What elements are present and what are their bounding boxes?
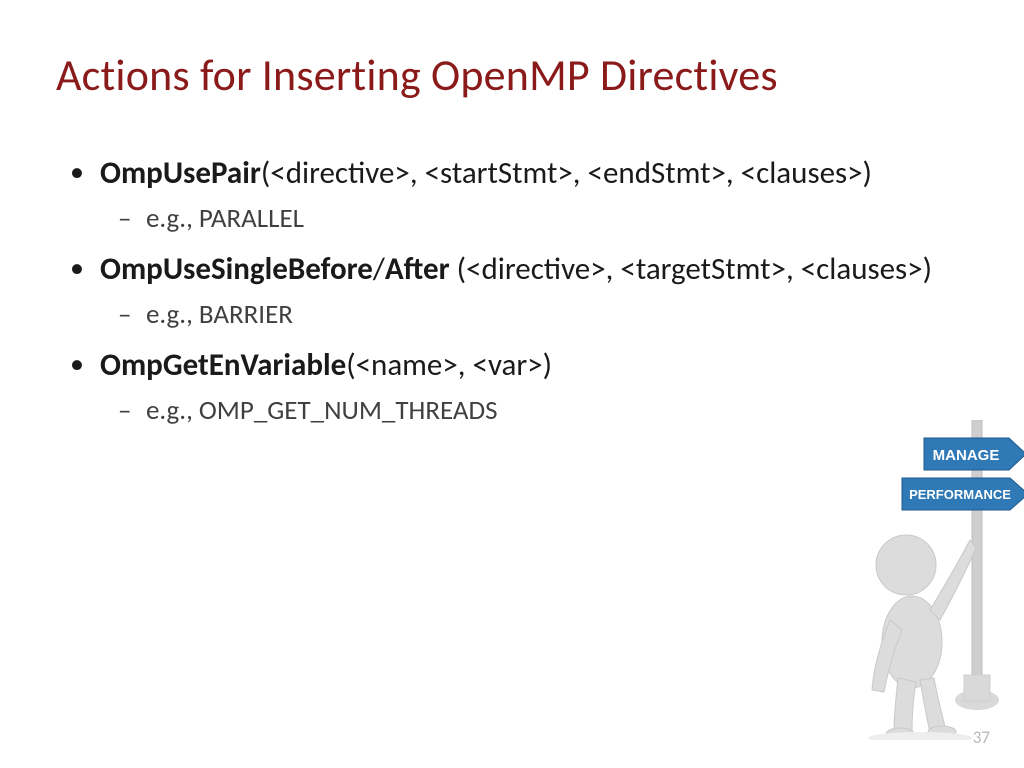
slide: Actions for Inserting OpenMP Directives …: [0, 0, 1024, 768]
bullet-text: (<directive>, <startStmt>, <endStmt>, <c…: [261, 154, 872, 192]
bullet-list: OmpUsePair(<directive>, <startStmt>, <en…: [56, 154, 968, 429]
slide-title: Actions for Inserting OpenMP Directives: [56, 48, 968, 102]
bullet-item: OmpUsePair(<directive>, <startStmt>, <en…: [100, 154, 968, 236]
page-number: 37: [973, 727, 990, 748]
sign-performance-text: PERFORMANCE: [909, 487, 1011, 502]
sub-item: e.g., BARRIER: [146, 298, 968, 333]
bullet-sep: /: [373, 250, 385, 288]
sub-item: e.g., PARALLEL: [146, 202, 968, 237]
bullet-text: (<directive>, <targetStmt>, <clauses>): [450, 250, 932, 288]
bullet-item: OmpGetEnVariable(<name>, <var>) e.g., OM…: [100, 346, 968, 428]
decorative-figure: MANAGE PERFORMANCE: [794, 420, 1024, 740]
sub-list: e.g., BARRIER: [100, 298, 968, 333]
bullet-bold: OmpUsePair: [100, 154, 261, 192]
bullet-bold-2: After: [385, 250, 450, 288]
sub-list: e.g., PARALLEL: [100, 202, 968, 237]
sign-manage-text: MANAGE: [933, 447, 1000, 464]
bullet-text: (<name>, <var>): [346, 346, 552, 384]
bullet-bold: OmpUseSingleBefore: [100, 250, 373, 288]
bullet-bold: OmpGetEnVariable: [100, 346, 346, 384]
bullet-item: OmpUseSingleBefore/After (<directive>, <…: [100, 250, 968, 332]
